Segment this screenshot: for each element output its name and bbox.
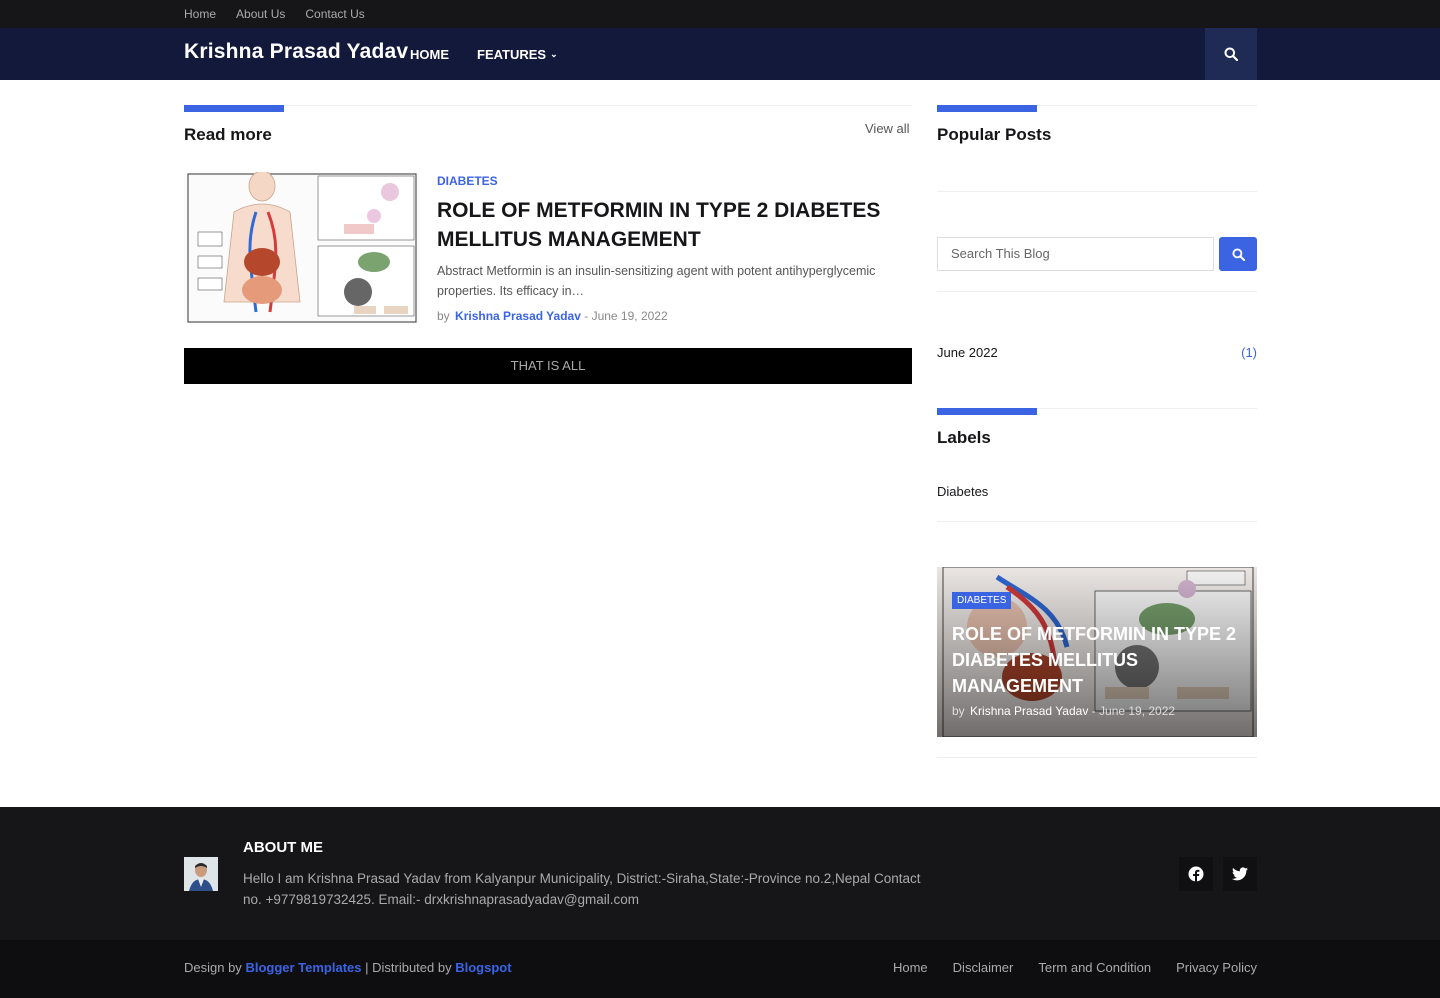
top-bar: Home About Us Contact Us [0,0,1440,28]
read-more-header: Read more [184,105,912,144]
footer-link-privacy[interactable]: Privacy Policy [1176,960,1257,975]
main-nav: HOME FEATURES ⌄ [410,28,558,80]
archive-count: (1) [1241,345,1257,360]
footer-link-disclaimer[interactable]: Disclaimer [953,960,1014,975]
view-all-link[interactable]: View all [865,121,910,136]
blog-search-input[interactable]: Search This Blog [937,237,1214,271]
post-meta: by Krishna Prasad Yadav - June 19, 2022 [437,309,668,323]
top-link-contact[interactable]: Contact Us [305,7,364,21]
post-label[interactable]: DIABETES [437,174,498,188]
nav-features[interactable]: FEATURES ⌄ [477,47,558,62]
featured-author[interactable]: Krishna Prasad Yadav [970,704,1088,718]
that-is-all-bar: THAT IS ALL [184,348,912,384]
top-link-home[interactable]: Home [184,7,216,21]
about-text: Hello I am Krishna Prasad Yadav from Kal… [243,871,921,907]
facebook-icon [1188,866,1204,882]
sidebar-divider [937,521,1257,522]
search-icon [1231,247,1245,261]
popular-posts-title: Popular Posts [937,125,1052,144]
footer-menu: Home Disclaimer Term and Condition Priva… [893,960,1257,975]
footer: ABOUT ME Hello I am Krishna Prasad Yadav… [0,807,1440,940]
main-header: Krishna Prasad Yadav HOME FEATURES ⌄ [0,28,1440,80]
site-logo[interactable]: Krishna Prasad Yadav [184,40,408,64]
featured-by: by [952,704,965,718]
post-date: June 19, 2022 [591,309,668,323]
title-accent-bar [937,408,1037,415]
credit-distributed-by: | Distributed by [365,960,452,975]
blog-search-button[interactable] [1219,237,1257,271]
top-links: Home About Us Contact Us [184,0,365,28]
popular-posts-header: Popular Posts [937,105,1257,144]
top-link-about[interactable]: About Us [236,7,285,21]
credit-design-by: Design by [184,960,242,975]
labels-header: Labels [937,408,1257,447]
footer-bottom: Design by Blogger Templates | Distribute… [0,940,1440,998]
title-accent-bar [937,105,1037,112]
credit-blogspot-link[interactable]: Blogspot [455,960,511,975]
search-icon [1224,47,1238,61]
nav-home[interactable]: HOME [410,47,449,62]
twitter-button[interactable] [1223,857,1257,891]
post-author[interactable]: Krishna Prasad Yadav [455,309,581,323]
twitter-icon [1232,867,1248,881]
label-diabetes[interactable]: Diabetes [937,484,988,499]
featured-label[interactable]: DIABETES [952,592,1012,609]
footer-link-home[interactable]: Home [893,960,928,975]
about-title: ABOUT ME [243,839,323,856]
credit-templates-link[interactable]: Blogger Templates [245,960,361,975]
post-title[interactable]: ROLE OF METFORMIN IN TYPE 2 DIABETES MEL… [437,196,917,254]
archive-item[interactable]: June 2022 (1) [937,345,1257,360]
avatar [184,857,218,891]
sidebar-divider [937,191,1257,192]
sidebar-divider [937,757,1257,758]
facebook-button[interactable] [1179,857,1213,891]
header-search-button[interactable] [1205,28,1257,80]
post-snippet: Abstract Metformin is an insulin-sensiti… [437,264,876,298]
chevron-down-icon: ⌄ [550,48,558,59]
featured-post[interactable]: DIABETES ROLE OF METFORMIN IN TYPE 2 DIA… [937,567,1257,737]
featured-dash: - [1091,704,1100,718]
featured-meta: by Krishna Prasad Yadav - June 19, 2022 [952,704,1175,718]
featured-title[interactable]: ROLE OF METFORMIN IN TYPE 2 DIABETES MEL… [952,621,1242,699]
footer-link-terms[interactable]: Term and Condition [1038,960,1151,975]
avatar-image [184,857,218,891]
post-thumbnail[interactable] [184,172,419,324]
nav-features-label: FEATURES [477,46,547,62]
section-title: Read more [184,125,272,144]
title-accent-bar [184,105,284,112]
post-dash: - [584,309,592,323]
labels-title: Labels [937,428,991,447]
post-thumbnail-image [184,172,419,324]
sidebar-divider [937,291,1257,292]
featured-date: June 19, 2022 [1099,704,1176,718]
post-by: by [437,309,450,323]
archive-month: June 2022 [937,345,998,360]
credit-line: Design by Blogger Templates | Distribute… [184,960,512,975]
